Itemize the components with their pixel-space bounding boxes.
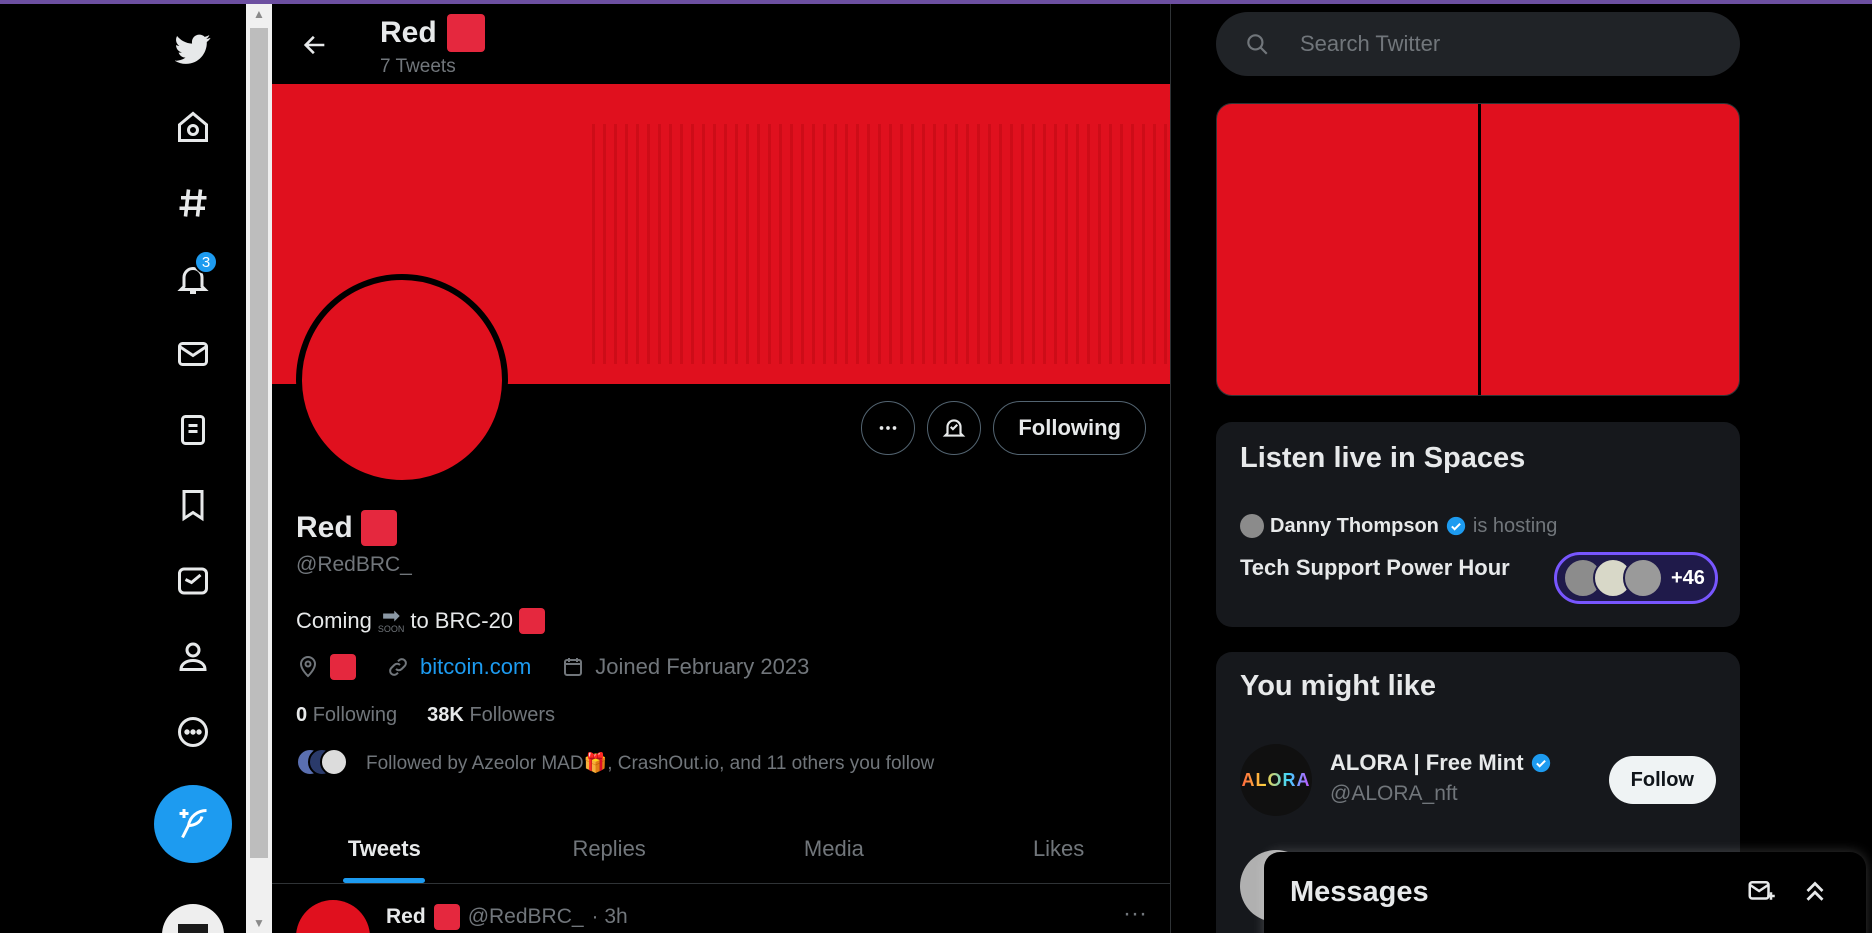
- profile-handle: @RedBRC_: [296, 553, 412, 576]
- messages-drawer[interactable]: Messages: [1264, 852, 1866, 933]
- scroll-down-arrow-icon[interactable]: ▼: [246, 913, 272, 933]
- profile-icon[interactable]: [166, 629, 220, 683]
- space-listeners[interactable]: +46: [1554, 552, 1718, 604]
- twitter-blue-icon[interactable]: [166, 554, 220, 608]
- messages-title: Messages: [1290, 876, 1429, 908]
- search-box[interactable]: [1216, 12, 1740, 76]
- notifications-bell-icon[interactable]: 3: [166, 250, 220, 306]
- followed-by-text: Followed by Azeolor MAD🎁, CrashOut.io, a…: [366, 753, 935, 774]
- follow-button[interactable]: Follow: [1608, 756, 1716, 804]
- location-red-square: [330, 654, 356, 680]
- verified-badge-icon: [1446, 516, 1466, 536]
- profile-meta: bitcoin.com Joined February 2023: [296, 654, 809, 680]
- bell-check-icon: [943, 419, 966, 437]
- profile-avatar[interactable]: [296, 274, 508, 486]
- joined-date: Joined February 2023: [595, 654, 810, 679]
- tweet-author-avatar[interactable]: [296, 900, 370, 933]
- followed-by-avatars: [296, 748, 352, 778]
- tab-media[interactable]: Media: [722, 814, 947, 883]
- tweet-header: Red @RedBRC_ · 3h: [386, 904, 628, 930]
- tweet-item[interactable]: Red @RedBRC_ · 3h ···: [272, 886, 1170, 933]
- following-count-link[interactable]: 0 Following: [296, 704, 397, 727]
- spaces-card: Listen live in Spaces Danny Thompson is …: [1216, 422, 1740, 627]
- spaces-title: Listen live in Spaces: [1240, 442, 1526, 474]
- suggestion-item[interactable]: ALORA ALORA | Free Mint @ALORA_nft Follo…: [1240, 744, 1716, 818]
- profile-actions: Following: [861, 401, 1146, 455]
- might-like-title: You might like: [1240, 670, 1437, 702]
- arrow-left-icon: [303, 35, 325, 55]
- red-square-emoji: [446, 14, 485, 52]
- notifications-badge: 3: [194, 250, 218, 274]
- back-button[interactable]: [292, 22, 338, 68]
- link-icon: [389, 658, 407, 676]
- space-host[interactable]: Danny Thompson is hosting: [1240, 514, 1557, 538]
- tweet-count: 7 Tweets: [380, 56, 456, 77]
- search-input[interactable]: [1300, 31, 1680, 57]
- red-square-emoji: [433, 904, 460, 930]
- search-icon: [1247, 34, 1268, 55]
- profile-media-preview[interactable]: [1216, 103, 1740, 396]
- more-options-button[interactable]: [861, 401, 916, 455]
- profile-display-name: Red: [296, 510, 397, 546]
- more-circle-icon[interactable]: [166, 705, 220, 759]
- alora-avatar[interactable]: ALORA: [1240, 744, 1312, 816]
- profile-tabs: Tweets Replies Media Likes: [272, 814, 1170, 884]
- website-link[interactable]: bitcoin.com: [420, 654, 531, 680]
- scrollbar-thumb[interactable]: [250, 28, 268, 858]
- space-title[interactable]: Tech Support Power Hour: [1240, 555, 1510, 581]
- tab-replies[interactable]: Replies: [497, 814, 722, 883]
- chevron-double-up-icon[interactable]: [1800, 876, 1832, 908]
- location-pin-icon: [299, 656, 317, 678]
- bookmarks-icon[interactable]: [166, 478, 220, 532]
- new-message-icon[interactable]: [1746, 876, 1778, 908]
- left-navigation: 3: [0, 4, 246, 933]
- account-avatar[interactable]: [162, 904, 224, 933]
- following-button[interactable]: Following: [993, 401, 1146, 455]
- explore-hashtag-icon[interactable]: [166, 176, 220, 230]
- host-avatar: [1240, 514, 1264, 538]
- soon-arrow-emoji: ➡ SOON: [377, 603, 405, 634]
- more-dots-icon: [880, 426, 897, 430]
- follow-stats: 0 Following 38K Followers: [296, 704, 555, 727]
- followed-by-row[interactable]: Followed by Azeolor MAD🎁, CrashOut.io, a…: [296, 748, 934, 778]
- header-display-name: Red: [380, 14, 485, 52]
- twitter-logo-icon[interactable]: [166, 22, 220, 76]
- home-icon[interactable]: [166, 100, 220, 154]
- suggestion-name: ALORA | Free Mint: [1330, 750, 1552, 776]
- tweet-more-icon[interactable]: ···: [1123, 900, 1147, 928]
- compose-tweet-button[interactable]: [154, 785, 232, 863]
- profile-column: Red 7 Tweets Following Red @RedBRC_ Comi…: [272, 4, 1171, 933]
- messages-envelope-icon[interactable]: [166, 327, 220, 381]
- tab-tweets[interactable]: Tweets: [272, 814, 497, 883]
- calendar-icon: [564, 658, 583, 676]
- lists-icon[interactable]: [166, 403, 220, 457]
- followers-count-link[interactable]: 38K Followers: [427, 704, 555, 727]
- profile-bio: Coming ➡ SOON to BRC-20: [296, 603, 546, 634]
- red-square-emoji: [360, 510, 397, 546]
- notify-toggle-button[interactable]: [927, 401, 982, 455]
- red-square-emoji: [519, 607, 546, 634]
- profile-header-bar: Red 7 Tweets: [272, 4, 1170, 84]
- right-sidebar: Listen live in Spaces Danny Thompson is …: [1172, 4, 1872, 933]
- verified-badge-icon: [1531, 753, 1550, 773]
- suggestion-handle: @ALORA_nft: [1330, 782, 1458, 805]
- page-scrollbar[interactable]: ▲ ▼: [246, 4, 272, 933]
- feather-plus-icon: [179, 809, 207, 839]
- tab-likes[interactable]: Likes: [946, 814, 1170, 883]
- scroll-up-arrow-icon[interactable]: ▲: [246, 4, 272, 24]
